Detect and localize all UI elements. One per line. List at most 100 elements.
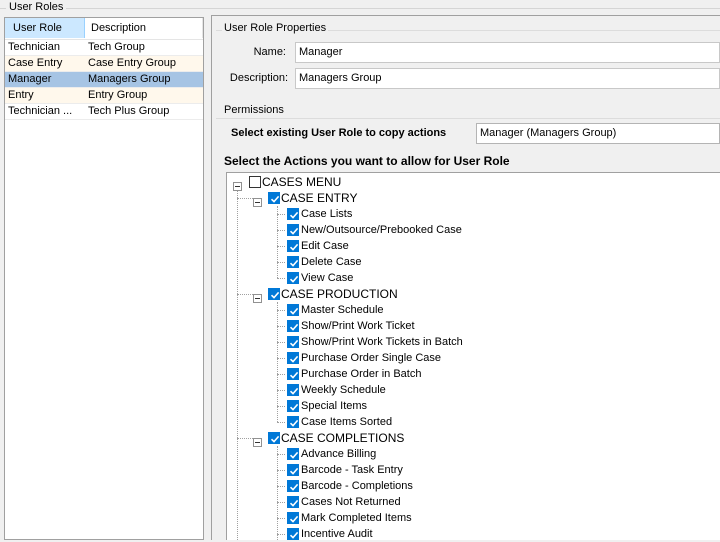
tree-connector-line [277, 486, 285, 487]
collapse-icon[interactable] [253, 198, 262, 207]
collapse-icon[interactable] [233, 182, 242, 191]
tree-node-label: Delete Case [301, 256, 362, 268]
user-role-list[interactable]: User Role Description Technician Tech Gr… [4, 17, 204, 540]
tree-node-root[interactable]: CASES MENU [247, 174, 367, 190]
description-field[interactable]: Managers Group [295, 68, 720, 89]
tree-connector-line [277, 446, 278, 540]
checkbox-checked[interactable] [287, 400, 299, 412]
tree-connector-line [277, 518, 285, 519]
column-header-user-role[interactable]: User Role [5, 18, 85, 38]
checkbox-checked[interactable] [268, 288, 280, 300]
tree-node-item[interactable]: Case Items Sorted [285, 414, 545, 430]
tree-node-label: Advance Billing [301, 448, 377, 460]
tree-node-item[interactable]: New/Outsource/Prebooked Case [285, 222, 545, 238]
description-cell: Managers Group [88, 73, 171, 85]
checkbox-checked[interactable] [287, 496, 299, 508]
tree-connector-line [277, 310, 285, 311]
checkbox-checked[interactable] [287, 368, 299, 380]
tree-node-label: Barcode - Completions [301, 480, 413, 492]
tree-connector-line [277, 502, 285, 503]
role-cell: Technician ... [8, 105, 73, 117]
list-item[interactable]: Technician ... Tech Plus Group [5, 104, 203, 120]
tree-node-item[interactable]: Purchase Order Single Case [285, 350, 545, 366]
tree-node-case-production[interactable]: CASE PRODUCTION [266, 286, 466, 302]
tree-node-label: Weekly Schedule [301, 384, 386, 396]
tree-node-item[interactable]: Purchase Order in Batch [285, 366, 545, 382]
tree-connector-line [277, 326, 285, 327]
tree-node-label: Barcode - Task Entry [301, 464, 403, 476]
checkbox-checked[interactable] [287, 240, 299, 252]
tree-connector-line [277, 390, 285, 391]
tree-node-item[interactable]: Delete Case [285, 254, 545, 270]
checkbox-checked[interactable] [287, 224, 299, 236]
tree-node-label: Mark Completed Items [301, 512, 412, 524]
tree-node-case-entry[interactable]: CASE ENTRY [266, 190, 426, 206]
collapse-icon[interactable] [253, 438, 262, 447]
role-cell: Entry [8, 89, 34, 101]
tree-node-item[interactable]: Edit Case [285, 238, 545, 254]
tree-node-label: Cases Not Returned [301, 496, 401, 508]
checkbox-checked[interactable] [287, 304, 299, 316]
tree-connector-line [237, 186, 238, 540]
tree-node-item[interactable]: Show/Print Work Tickets in Batch [285, 334, 545, 350]
permissions-group-title: Permissions [222, 104, 286, 116]
checkbox-checked[interactable] [287, 272, 299, 284]
tree-connector-line [277, 374, 285, 375]
tree-connector-line [277, 534, 285, 535]
user-roles-groupbox-border [0, 8, 720, 9]
description-cell: Tech Plus Group [88, 105, 170, 117]
name-label: Name: [253, 46, 286, 58]
tree-node-item[interactable]: Cases Not Returned [285, 494, 545, 510]
checkbox-checked[interactable] [287, 352, 299, 364]
column-header-description[interactable]: Description [85, 18, 203, 38]
role-cell: Manager [8, 73, 52, 85]
tree-connector-line [277, 422, 285, 423]
tree-node-item[interactable]: Barcode - Completions [285, 478, 545, 494]
checkbox-unchecked[interactable] [249, 176, 261, 188]
tree-connector-line [277, 342, 285, 343]
tree-connector-line [277, 206, 278, 278]
checkbox-checked[interactable] [287, 320, 299, 332]
checkbox-checked[interactable] [287, 480, 299, 492]
list-item[interactable]: Case Entry Case Entry Group [5, 56, 203, 72]
checkbox-checked[interactable] [287, 448, 299, 460]
tree-node-item[interactable]: Barcode - Task Entry [285, 462, 545, 478]
checkbox-checked[interactable] [287, 208, 299, 220]
name-field[interactable]: Manager [295, 42, 720, 63]
tree-node-item[interactable]: Special Items [285, 398, 545, 414]
tree-connector-line [277, 246, 285, 247]
checkbox-checked[interactable] [287, 464, 299, 476]
list-item[interactable]: Technician Tech Group [5, 40, 203, 56]
checkbox-checked[interactable] [287, 256, 299, 268]
checkbox-checked[interactable] [287, 512, 299, 524]
tree-node-item[interactable]: Weekly Schedule [285, 382, 545, 398]
tree-node-case-completions[interactable]: CASE COMPLETIONS [266, 430, 466, 446]
list-item[interactable]: Entry Entry Group [5, 88, 203, 104]
collapse-icon[interactable] [253, 294, 262, 303]
checkbox-checked[interactable] [268, 192, 280, 204]
tree-node-item[interactable]: Master Schedule [285, 302, 545, 318]
tree-node-label: CASE ENTRY [281, 191, 358, 205]
checkbox-checked[interactable] [268, 432, 280, 444]
checkbox-checked[interactable] [287, 416, 299, 428]
actions-instruction-label: Select the Actions you want to allow for… [224, 154, 510, 168]
tree-connector-line [237, 294, 253, 295]
tree-node-item[interactable]: View Case [285, 270, 545, 286]
tree-node-label: Show/Print Work Ticket [301, 320, 415, 332]
tree-node-label: New/Outsource/Prebooked Case [301, 224, 462, 236]
tree-node-label: View Case [301, 272, 354, 284]
tree-node-item[interactable]: Mark Completed Items [285, 510, 545, 526]
copy-role-dropdown[interactable]: Manager (Managers Group) [476, 123, 720, 144]
checkbox-checked[interactable] [287, 336, 299, 348]
checkbox-checked[interactable] [287, 528, 299, 540]
tree-node-item[interactable]: Advance Billing [285, 446, 545, 462]
permissions-groupbox-border [216, 118, 720, 119]
checkbox-checked[interactable] [287, 384, 299, 396]
list-item-selected[interactable]: Manager Managers Group [5, 72, 203, 88]
tree-node-label: Case Items Sorted [301, 416, 393, 428]
tree-node-item[interactable]: Show/Print Work Ticket [285, 318, 545, 334]
tree-node-label: Purchase Order Single Case [301, 352, 442, 364]
tree-node-item[interactable]: Case Lists [285, 206, 545, 222]
role-cell: Technician [8, 41, 60, 53]
tree-connector-line [277, 262, 285, 263]
